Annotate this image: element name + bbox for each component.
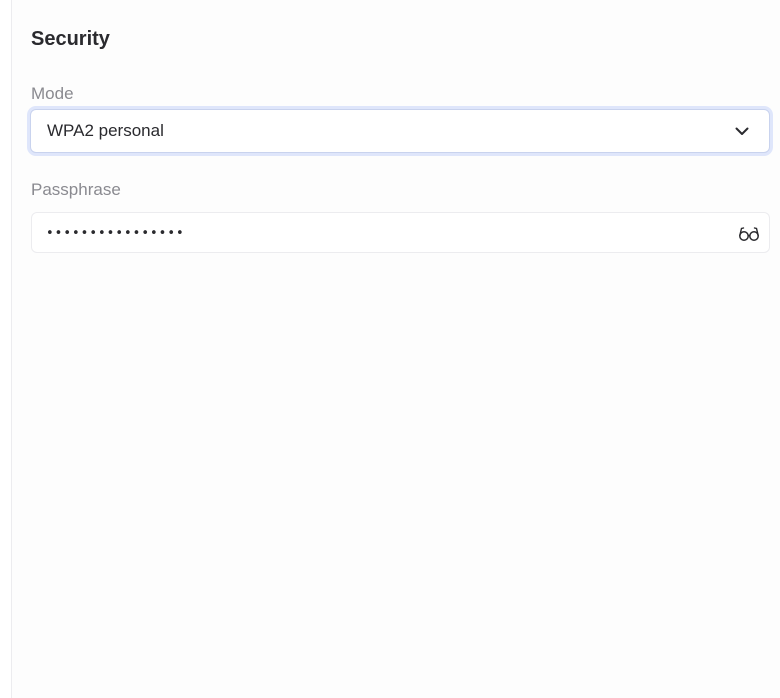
glasses-icon [739,227,759,241]
mode-label: Mode [31,84,74,103]
passphrase-label: Passphrase [31,180,121,199]
show-passphrase-button[interactable] [737,222,761,244]
section-title: Security [31,28,110,50]
mode-select-value: WPA2 personal [47,121,164,140]
security-panel: Security Mode WPA2 personal Passphrase [12,0,780,698]
passphrase-input[interactable] [46,221,696,245]
chevron-down-icon [733,122,751,140]
mode-select[interactable]: WPA2 personal [30,109,770,153]
left-rail [0,0,12,698]
passphrase-field[interactable] [31,212,770,253]
